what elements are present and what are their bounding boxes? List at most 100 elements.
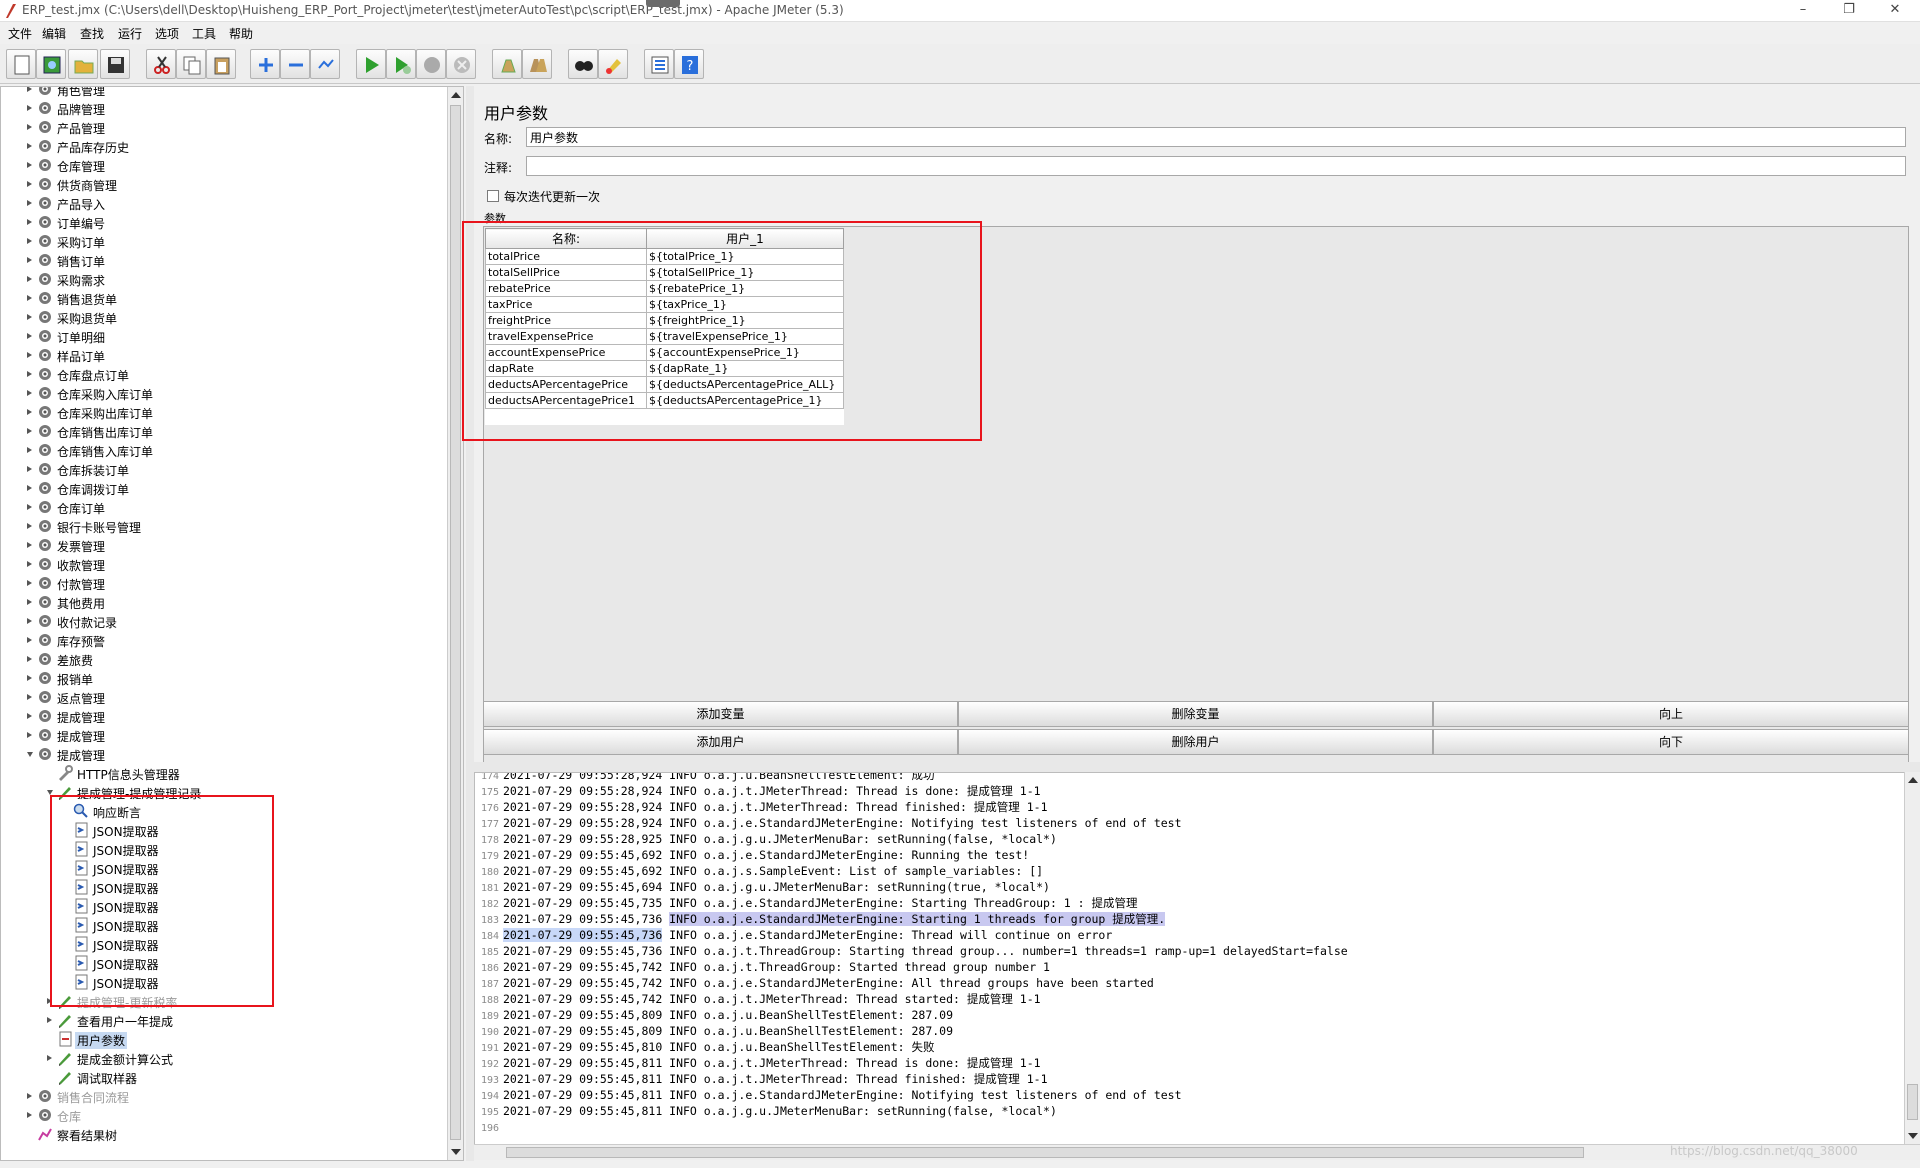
expand-closed-icon[interactable]: [27, 447, 32, 453]
expand-closed-icon[interactable]: [27, 314, 32, 320]
update-each-iteration-checkbox[interactable]: [487, 190, 499, 202]
menu-run[interactable]: 运行: [118, 25, 142, 42]
tree-node[interactable]: 用户参数: [47, 1030, 447, 1049]
scroll-down-icon[interactable]: [451, 1149, 461, 1155]
log-scroll-down-icon[interactable]: [1908, 1133, 1918, 1139]
expand-closed-icon[interactable]: [27, 181, 32, 187]
tree-node[interactable]: 订单编号: [27, 213, 427, 232]
tree-node[interactable]: 品牌管理: [27, 99, 427, 118]
expand-closed-icon[interactable]: [27, 87, 32, 92]
drag-handle[interactable]: [646, 0, 680, 7]
tree-node[interactable]: 销售订单: [27, 251, 427, 270]
move-down-button[interactable]: 向下: [1433, 729, 1909, 755]
tree-node[interactable]: 提成管理: [27, 707, 427, 726]
expand-closed-icon[interactable]: [27, 542, 32, 548]
tree-node[interactable]: 产品库存历史: [27, 137, 427, 156]
expand-closed-icon[interactable]: [27, 257, 32, 263]
log-vscroll-thumb[interactable]: [1907, 1084, 1918, 1120]
tree-node[interactable]: 样品订单: [27, 346, 427, 365]
tree-node[interactable]: 收付款记录: [27, 612, 427, 631]
expand-closed-icon[interactable]: [27, 618, 32, 624]
tree-node[interactable]: 销售退货单: [27, 289, 427, 308]
expand-closed-icon[interactable]: [27, 561, 32, 567]
tree-node[interactable]: 仓库销售入库订单: [27, 441, 427, 460]
expand-closed-icon[interactable]: [27, 105, 32, 111]
tree-node[interactable]: 产品导入: [27, 194, 427, 213]
expand-open-icon[interactable]: [27, 752, 33, 757]
delete-variable-button[interactable]: 删除变量: [958, 701, 1433, 727]
tree-node[interactable]: 角色管理: [27, 87, 427, 99]
expand-button[interactable]: [250, 49, 280, 79]
new-button[interactable]: [6, 49, 36, 79]
expand-closed-icon[interactable]: [27, 124, 32, 130]
maximize-button[interactable]: ❐: [1826, 0, 1872, 22]
tree-node[interactable]: 返点管理: [27, 688, 427, 707]
expand-closed-icon[interactable]: [27, 694, 32, 700]
expand-closed-icon[interactable]: [27, 371, 32, 377]
tree-node[interactable]: 提成管理: [27, 745, 427, 764]
tree-node[interactable]: 银行卡账号管理: [27, 517, 427, 536]
expand-closed-icon[interactable]: [27, 523, 32, 529]
expand-closed-icon[interactable]: [27, 1093, 32, 1099]
expand-closed-icon[interactable]: [27, 1112, 32, 1118]
log-hscroll-thumb[interactable]: [506, 1147, 1584, 1158]
comment-input[interactable]: [526, 156, 1906, 176]
paste-button[interactable]: [206, 49, 236, 79]
expand-closed-icon[interactable]: [27, 219, 32, 225]
expand-closed-icon[interactable]: [47, 1017, 52, 1023]
tree-node[interactable]: 付款管理: [27, 574, 427, 593]
tree-node[interactable]: 仓库采购出库订单: [27, 403, 427, 422]
add-variable-button[interactable]: 添加变量: [483, 701, 958, 727]
function-helper-button[interactable]: [644, 49, 674, 79]
tree-node[interactable]: 仓库: [27, 1106, 427, 1125]
clear-all-button[interactable]: [522, 49, 552, 79]
tree-node[interactable]: 产品管理: [27, 118, 427, 137]
expand-closed-icon[interactable]: [27, 143, 32, 149]
log-scroll-up-icon[interactable]: [1908, 777, 1918, 783]
menu-help[interactable]: 帮助: [229, 25, 253, 42]
tree-node[interactable]: 察看结果树: [27, 1125, 427, 1144]
delete-user-button[interactable]: 删除用户: [958, 729, 1433, 755]
copy-button[interactable]: [176, 49, 206, 79]
close-button[interactable]: ✕: [1872, 0, 1918, 22]
expand-closed-icon[interactable]: [27, 637, 32, 643]
tree-node[interactable]: 采购需求: [27, 270, 427, 289]
cut-button[interactable]: [146, 49, 176, 79]
stop-button[interactable]: [416, 49, 446, 79]
scroll-up-icon[interactable]: [451, 92, 461, 98]
log-divider[interactable]: [474, 762, 1920, 772]
log-viewer[interactable]: 174 2021-07-29 09:55:28,924 INFO o.a.j.u.…: [474, 772, 1908, 1158]
expand-closed-icon[interactable]: [27, 675, 32, 681]
expand-closed-icon[interactable]: [27, 200, 32, 206]
menu-edit[interactable]: 编辑: [42, 25, 66, 42]
tree-node[interactable]: 发票管理: [27, 536, 427, 555]
open-button[interactable]: [68, 49, 98, 79]
collapse-button[interactable]: [280, 49, 310, 79]
tree-node[interactable]: 收款管理: [27, 555, 427, 574]
menu-file[interactable]: 文件: [8, 25, 32, 42]
tree-node[interactable]: 采购订单: [27, 232, 427, 251]
start-button[interactable]: [356, 49, 386, 79]
reset-search-button[interactable]: [598, 49, 628, 79]
add-user-button[interactable]: 添加用户: [483, 729, 958, 755]
expand-closed-icon[interactable]: [27, 295, 32, 301]
expand-closed-icon[interactable]: [27, 276, 32, 282]
search-button[interactable]: [568, 49, 598, 79]
tree-node[interactable]: 其他费用: [27, 593, 427, 612]
move-up-button[interactable]: 向上: [1433, 701, 1909, 727]
expand-closed-icon[interactable]: [27, 485, 32, 491]
expand-closed-icon[interactable]: [27, 732, 32, 738]
toggle-button[interactable]: [310, 49, 340, 79]
expand-closed-icon[interactable]: [27, 390, 32, 396]
save-button[interactable]: [100, 49, 130, 79]
expand-closed-icon[interactable]: [27, 428, 32, 434]
expand-closed-icon[interactable]: [27, 162, 32, 168]
tree-node[interactable]: 采购退货单: [27, 308, 427, 327]
tree-node[interactable]: 仓库调拨订单: [27, 479, 427, 498]
tree-node[interactable]: 仓库拆装订单: [27, 460, 427, 479]
tree-node[interactable]: 提成管理: [27, 726, 427, 745]
tree-node[interactable]: 订单明细: [27, 327, 427, 346]
menu-tools[interactable]: 工具: [192, 25, 216, 42]
expand-closed-icon[interactable]: [27, 656, 32, 662]
expand-closed-icon[interactable]: [27, 333, 32, 339]
